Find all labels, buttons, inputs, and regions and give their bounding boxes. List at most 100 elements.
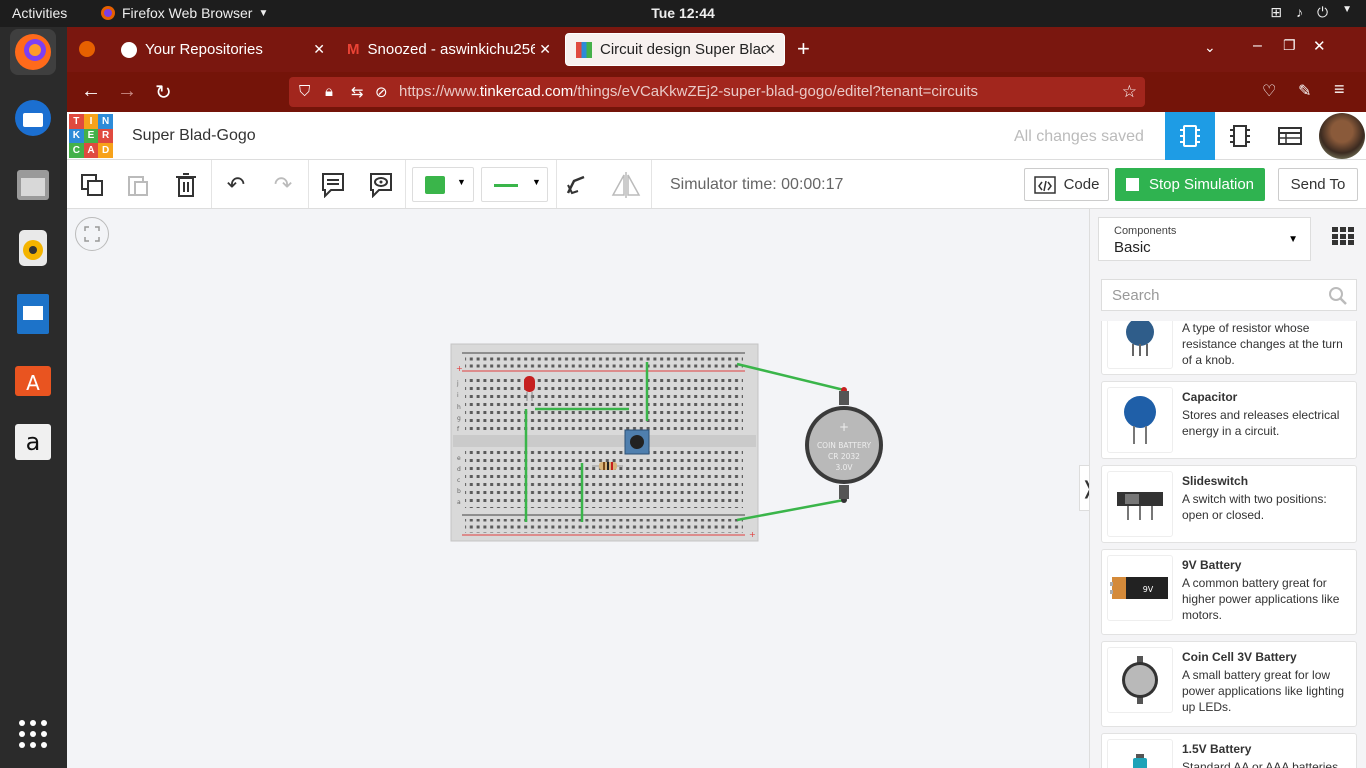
dock-rhythmbox[interactable] (10, 225, 56, 271)
flip-icon (611, 172, 641, 198)
extensions-icon[interactable]: ✎ (1298, 81, 1311, 101)
wire-style-icon (494, 184, 518, 187)
component-name: 9V Battery (1182, 558, 1242, 572)
row-label: b (457, 488, 461, 495)
component-desc: A common battery great for higher power … (1182, 576, 1340, 622)
bookmark-star-icon[interactable]: ☆ (1122, 82, 1137, 102)
rotate-button[interactable] (559, 168, 593, 202)
9v-battery-thumb: 9V (1107, 555, 1173, 621)
grid-icon (1332, 227, 1354, 245)
components-dropdown[interactable]: Components Basic ▼ (1098, 217, 1311, 261)
paste-button[interactable] (121, 168, 155, 202)
component-coin-cell-battery[interactable]: Coin Cell 3V Battery A small battery gre… (1101, 641, 1357, 727)
copy-button[interactable] (75, 168, 109, 202)
redo-icon: ↷ (273, 172, 293, 197)
minimize-button[interactable]: – (1253, 37, 1262, 55)
dock-files[interactable] (10, 161, 56, 207)
close-window-button[interactable]: ✕ (1313, 37, 1326, 55)
close-icon[interactable]: ✕ (313, 41, 325, 58)
component-slideswitch[interactable]: Slideswitch A switch with two positions:… (1101, 465, 1357, 543)
software-icon: A (15, 366, 51, 396)
url-bar[interactable]: ⛉ 🔒︎ ⇆ ⊘ https://www.tinkercad.com/thing… (289, 77, 1145, 107)
potentiometer-thumb (1107, 321, 1173, 369)
clock[interactable]: Tue 12:44 (0, 5, 1366, 21)
circuit-view-button[interactable] (1165, 112, 1215, 160)
component-9v-battery[interactable]: 9V 9V Battery A common battery great for… (1101, 549, 1357, 635)
eye-note-icon (370, 173, 392, 198)
circuit-icon (1180, 125, 1200, 147)
power-icon: ⏻ (1317, 4, 1329, 20)
chevron-down-icon: ▼ (1288, 234, 1298, 245)
tinkercad-logo[interactable]: TIN KER CAD (69, 114, 113, 158)
dock-writer[interactable] (10, 291, 56, 337)
redo-button[interactable]: ↷ (266, 168, 300, 202)
slideswitch-icon (1117, 492, 1163, 520)
wire-color-picker[interactable]: ▼ (412, 167, 474, 202)
pushbutton[interactable] (624, 429, 650, 455)
back-icon[interactable]: ← (81, 80, 101, 103)
schematic-view-button[interactable] (1215, 112, 1265, 160)
nav-bar: ← → ↻ ⛉ 🔒︎ ⇆ ⊘ https://www.tinkercad.com… (67, 72, 1366, 112)
component-desc: Stores and releases electrical energy in… (1182, 408, 1340, 438)
lock-icon: 🔒︎ (325, 83, 333, 100)
files-icon (17, 170, 49, 200)
firefox-view-icon[interactable] (79, 41, 95, 57)
network-icon: ⊞ (1270, 4, 1283, 20)
component-potentiometer[interactable]: A type of resistor whose resistance chan… (1101, 321, 1357, 375)
component-desc: A switch with two positions: open or clo… (1182, 492, 1327, 522)
svg-text:+: + (839, 420, 849, 434)
close-icon[interactable]: ✕ (764, 41, 776, 58)
dock-software[interactable]: A (10, 355, 56, 401)
component-name: Capacitor (1182, 390, 1238, 404)
code-button[interactable]: Code (1024, 168, 1109, 201)
coin-battery[interactable]: + COIN BATTERY CR 2032 3.0V (805, 387, 883, 503)
potentiometer-icon (1126, 321, 1154, 356)
tab-repositories[interactable]: Your Repositories ✕ (111, 33, 333, 66)
component-desc: A small battery great for low power appl… (1182, 668, 1345, 714)
dock-firefox[interactable] (10, 29, 56, 75)
project-name[interactable]: Super Blad-Gogo (132, 127, 256, 145)
aa-battery-icon (1133, 754, 1147, 768)
undo-button[interactable]: ↶ (219, 168, 253, 202)
reload-icon[interactable]: ↻ (155, 80, 172, 105)
flip-button[interactable] (609, 168, 643, 202)
delete-button[interactable] (169, 168, 203, 202)
workplane[interactable]: + + j i h g f e d c b a + COIN BATTERY C… (67, 209, 1089, 768)
dock-thunderbird[interactable] (10, 95, 56, 141)
menu-icon[interactable]: ≡ (1334, 79, 1345, 100)
gmail-icon: M (347, 41, 360, 58)
component-1-5v-battery[interactable]: 1.5V Battery Standard AA or AAA batterie… (1101, 733, 1357, 768)
breadboard[interactable]: + + j i h g f e d c b a (450, 343, 759, 542)
grid-view-button[interactable] (1332, 227, 1356, 251)
aa-battery-thumb (1107, 739, 1173, 768)
new-tab-button[interactable]: + (797, 36, 810, 62)
stop-simulation-button[interactable]: Stop Simulation (1115, 168, 1265, 201)
pocket-icon[interactable]: ♡ (1262, 81, 1276, 101)
tinkercad-header: TIN KER CAD Super Blad-Gogo All changes … (67, 112, 1366, 160)
battery-label: 3.0V (835, 463, 853, 472)
wire-type-picker[interactable]: ▼ (481, 167, 548, 202)
search-input[interactable]: Search (1101, 279, 1357, 311)
amazon-icon: a (15, 424, 51, 460)
notes-button[interactable] (316, 168, 350, 202)
color-swatch (425, 176, 445, 194)
component-capacitor[interactable]: Capacitor Stores and releases electrical… (1101, 381, 1357, 459)
list-tabs-icon[interactable]: ⌄ (1204, 39, 1216, 56)
tracking-icon: ⊘ (375, 84, 388, 101)
send-to-button[interactable]: Send To (1278, 168, 1358, 201)
dropdown-value: Basic (1114, 239, 1151, 256)
tab-label: Your Repositories (145, 41, 263, 58)
component-list-button[interactable] (1265, 112, 1315, 160)
close-icon[interactable]: ✕ (535, 41, 551, 58)
forward-icon[interactable]: → (117, 80, 137, 103)
avatar[interactable] (1319, 113, 1365, 159)
tab-circuit-design[interactable]: Circuit design Super Blad ✕ (565, 33, 785, 66)
tab-gmail[interactable]: M Snoozed - aswinkichu256 ✕ (337, 33, 559, 66)
show-apps-button[interactable] (10, 711, 56, 757)
system-tray[interactable]: ⊞ ♪ ⏻ ▼ (1270, 4, 1352, 21)
dock-amazon[interactable]: a (10, 419, 56, 465)
notes-visibility-button[interactable] (364, 168, 398, 202)
component-name: Coin Cell 3V Battery (1182, 650, 1297, 664)
maximize-button[interactable]: ❐ (1283, 37, 1296, 54)
component-name: Slideswitch (1182, 474, 1249, 488)
